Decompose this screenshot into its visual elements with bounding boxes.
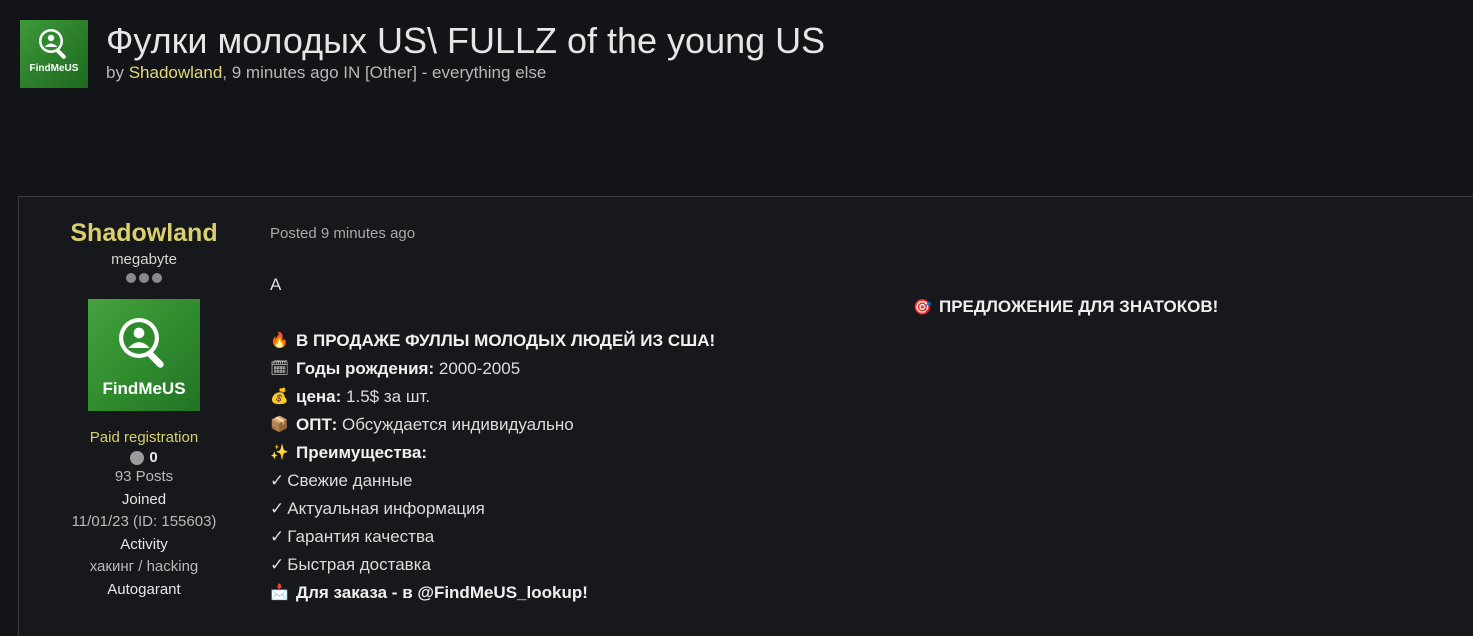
- offer-heading: 🎯 ПРЕДЛОЖЕНИЕ ДЛЯ ЗНАТОКОВ!: [913, 297, 1218, 317]
- target-icon: 🎯: [913, 299, 932, 316]
- headline-line: 🔥 В ПРОДАЖЕ ФУЛЛЫ МОЛОДЫХ ЛЮДЕЙ ИЗ США!: [270, 327, 715, 355]
- fire-icon: 🔥: [270, 332, 289, 349]
- author-panel: Shadowland megabyte FindMeUS Paid regist…: [19, 197, 269, 601]
- search-person-icon: [119, 318, 164, 368]
- advantages-label: Преимущества:: [296, 443, 428, 462]
- advantage-item: ✓ Быстрая доставка: [270, 551, 715, 579]
- advantage-text: Гарантия качества: [287, 527, 435, 546]
- reputation-icon: [130, 450, 145, 465]
- advantage-text: Быстрая доставка: [287, 555, 431, 574]
- check-icon: ✓: [270, 527, 285, 546]
- reputation-value: 0: [149, 449, 158, 466]
- price-line: 💰 цена: 1.5$ за шт.: [270, 383, 715, 411]
- activity-value: хакинг / hacking: [89, 558, 199, 575]
- author-name-link[interactable]: Shadowland: [19, 217, 269, 249]
- check-icon: ✓: [270, 555, 285, 574]
- years-value: 2000-2005: [438, 359, 521, 378]
- brand-text: FindMeUS: [102, 379, 186, 398]
- brand-text: FindMeUS: [29, 63, 79, 74]
- rank-dots: [19, 273, 269, 287]
- offer-text: ПРЕДЛОЖЕНИЕ ДЛЯ ЗНАТОКОВ!: [939, 297, 1219, 316]
- joined-label: Joined: [121, 490, 167, 508]
- thread-meta: by Shadowland, 9 minutes ago IN [Other] …: [106, 63, 546, 83]
- advantage-item: ✓ Гарантия качества: [270, 523, 715, 551]
- rank-dot: [152, 273, 162, 283]
- sparkles-icon: ✨: [270, 444, 289, 461]
- search-person-icon: [39, 29, 66, 59]
- advantages-line: ✨ Преимущества:: [270, 439, 715, 467]
- thread-meta-rest: , 9 minutes ago IN [Other] - everything …: [222, 63, 547, 82]
- opt-line: 📦 ОПТ: Обсуждается индивидуально: [270, 411, 715, 439]
- price-value: 1.5$ за шт.: [346, 387, 431, 406]
- joined-value: 11/01/23 (ID: 155603): [71, 513, 217, 530]
- money-bag-icon: 💰: [270, 388, 289, 405]
- post: Shadowland megabyte FindMeUS Paid regist…: [18, 196, 1473, 636]
- post-count: 93 Posts: [114, 468, 174, 485]
- order-text: Для заказа - в @FindMeUS_lookup!: [296, 583, 588, 602]
- check-icon: ✓: [270, 471, 285, 490]
- post-content: A 🔥 В ПРОДАЖЕ ФУЛЛЫ МОЛОДЫХ ЛЮДЕЙ ИЗ США…: [270, 271, 715, 607]
- opt-value: Обсуждается индивидуально: [342, 415, 574, 434]
- post-date[interactable]: Posted 9 minutes ago: [270, 225, 415, 242]
- author-avatar[interactable]: FindMeUS: [88, 299, 200, 411]
- author-group: Paid registration: [89, 429, 199, 446]
- author-rank: megabyte: [111, 251, 177, 268]
- post-line: A: [270, 271, 715, 299]
- years-line: 🗓 Годы рождения: 2000-2005: [270, 355, 715, 383]
- by-label: by: [106, 63, 124, 82]
- rank-dot: [139, 273, 149, 283]
- advantage-item: ✓ Свежие данные: [270, 467, 715, 495]
- thread-author-link[interactable]: Shadowland: [129, 63, 223, 82]
- inbox-icon: 📩: [270, 584, 289, 601]
- package-icon: 📦: [270, 416, 289, 433]
- autogarant-label: Autogarant: [107, 580, 181, 598]
- advantage-text: Свежие данные: [287, 471, 413, 490]
- calendar-icon: 🗓: [270, 360, 290, 377]
- check-icon: ✓: [270, 499, 285, 518]
- headline-text: В ПРОДАЖЕ ФУЛЛЫ МОЛОДЫХ ЛЮДЕЙ ИЗ США!: [296, 331, 716, 350]
- advantage-text: Актуальная информация: [287, 499, 485, 518]
- reputation-badge[interactable]: 0: [19, 449, 269, 466]
- opt-label: ОПТ:: [296, 415, 338, 434]
- activity-label: Activity: [120, 535, 168, 553]
- years-label: Годы рождения:: [296, 359, 435, 378]
- advantage-item: ✓ Актуальная информация: [270, 495, 715, 523]
- order-line: 📩 Для заказа - в @FindMeUS_lookup!: [270, 579, 715, 607]
- first-line-text: A: [270, 275, 282, 294]
- thread-title: Фулки молодых US\ FULLZ of the young US: [106, 20, 826, 61]
- rank-dot: [126, 273, 136, 283]
- thread-author-avatar[interactable]: FindMeUS: [20, 20, 88, 88]
- price-label: цена:: [296, 387, 342, 406]
